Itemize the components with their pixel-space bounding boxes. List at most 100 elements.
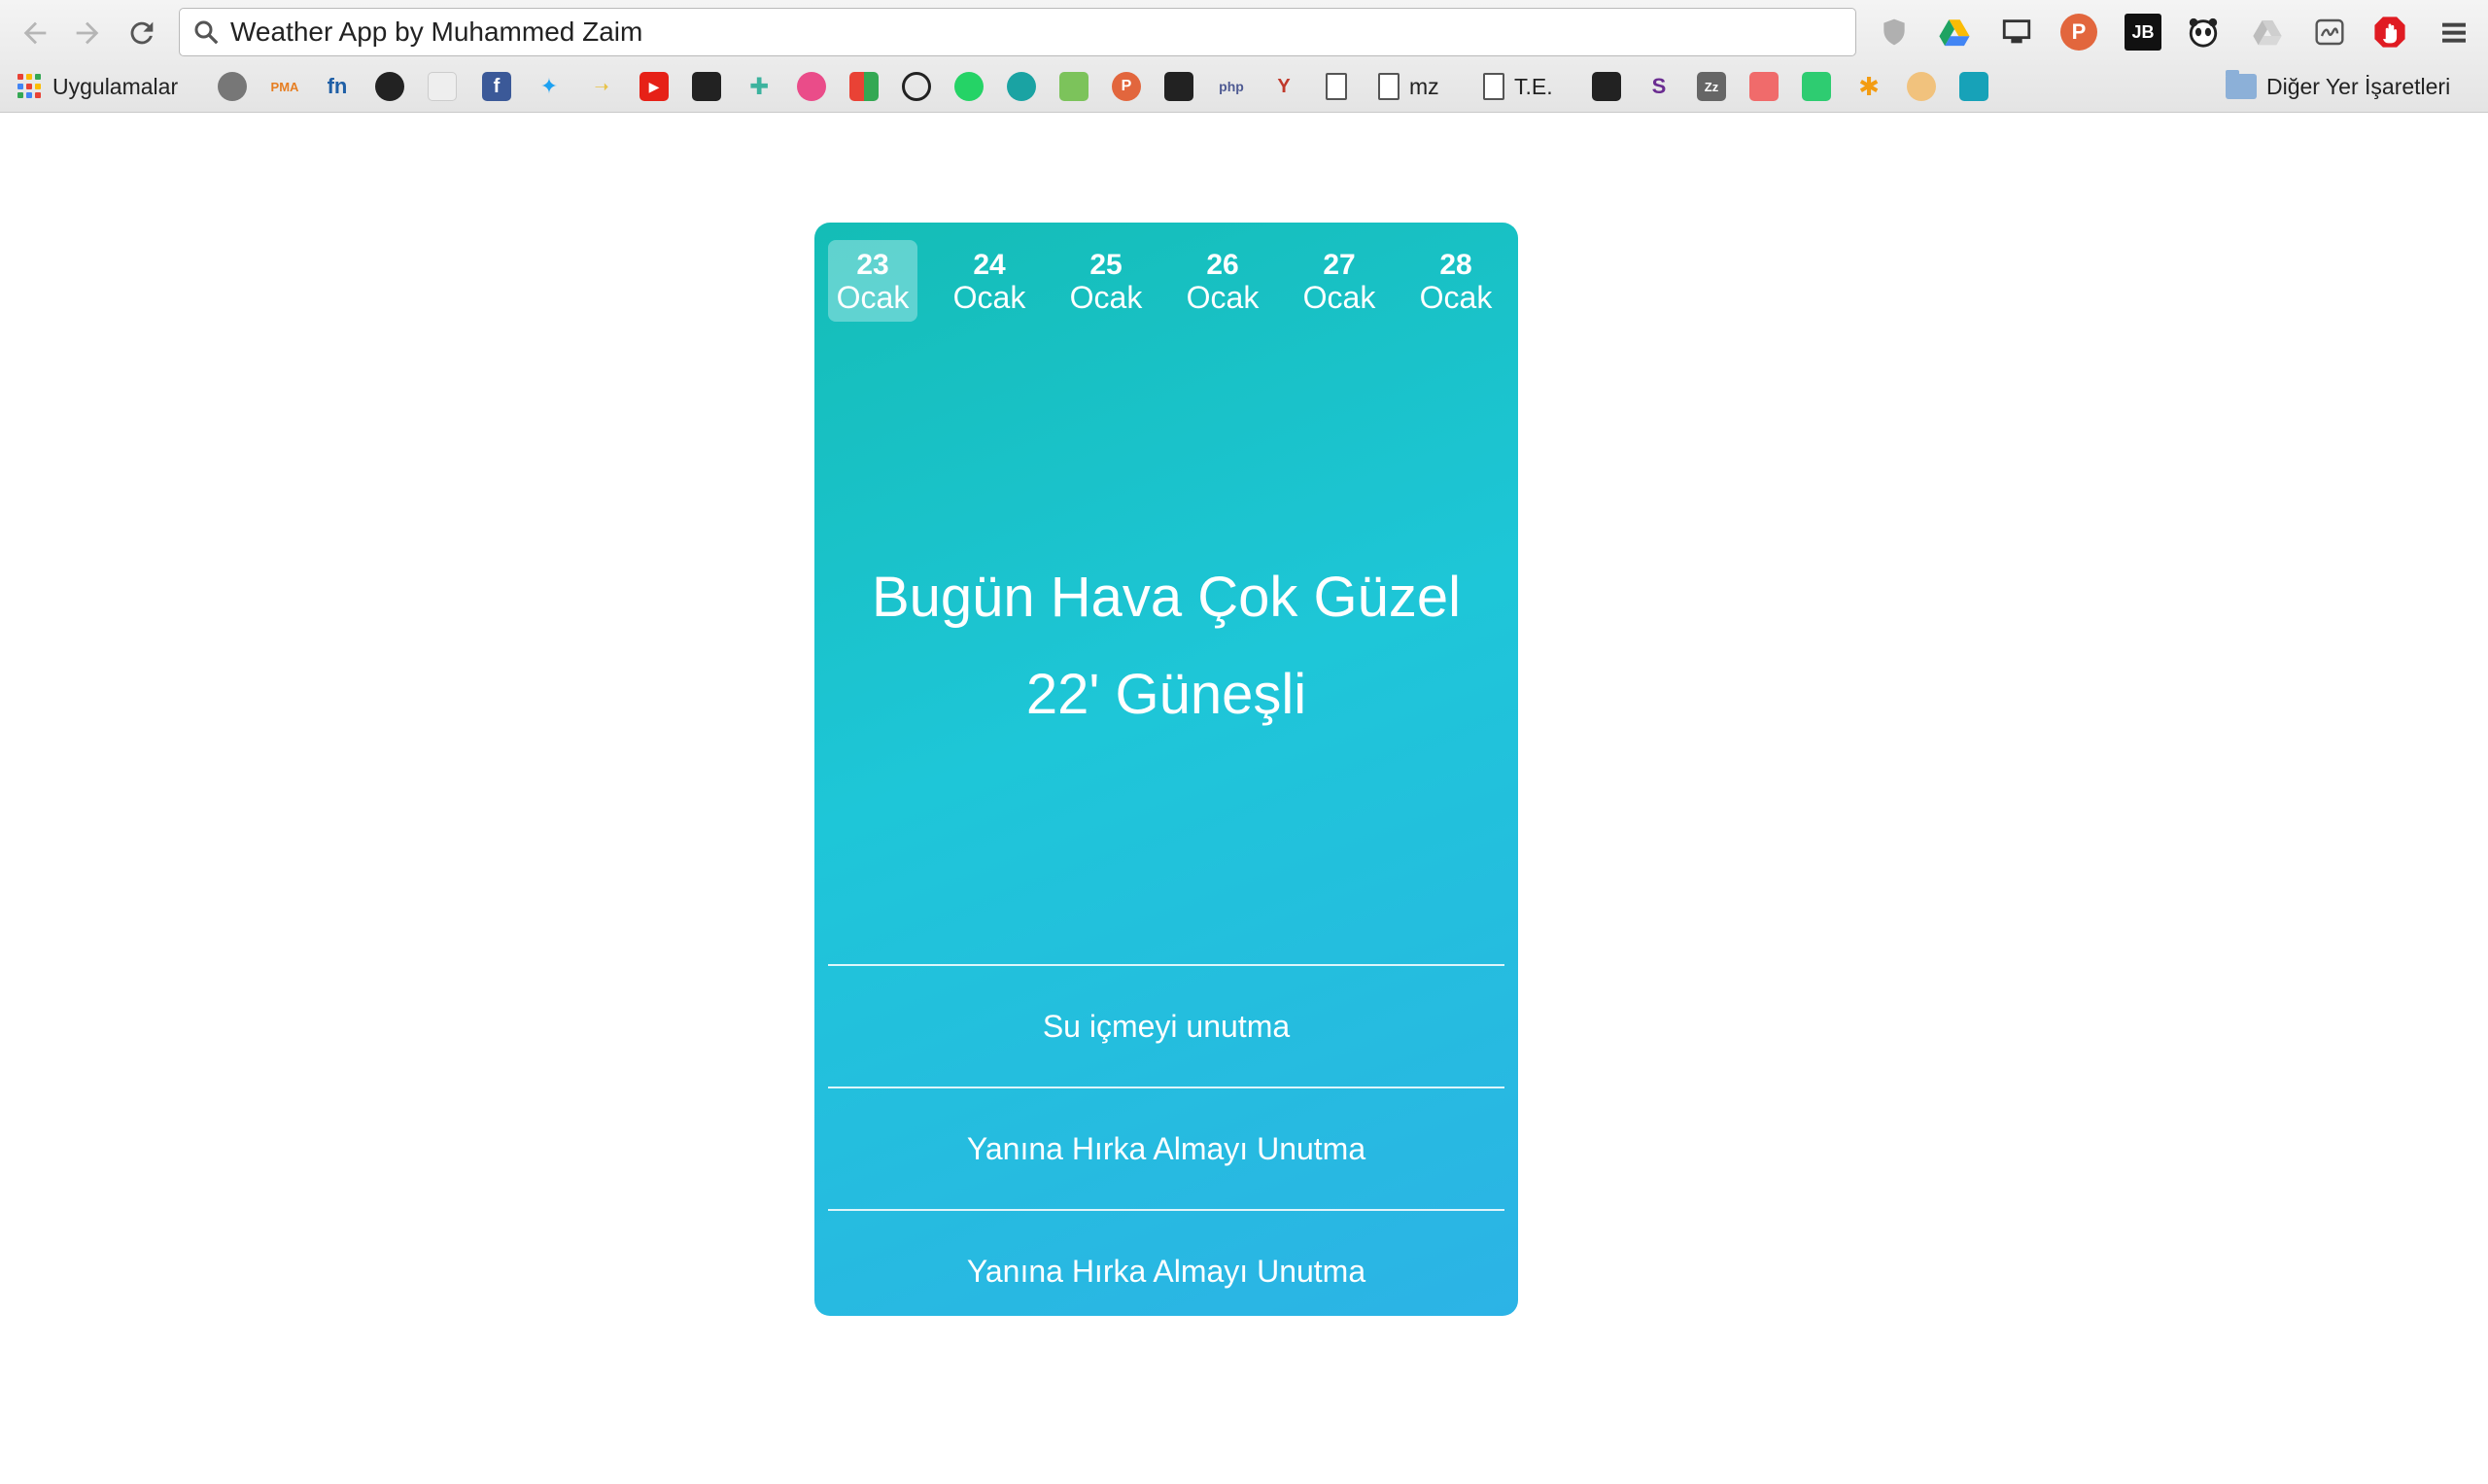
forward-button[interactable] [68, 14, 107, 52]
bookmark-te[interactable]: T.E. [1483, 71, 1553, 102]
day-tab-26[interactable]: 26 Ocak [1178, 240, 1267, 322]
day-month: Ocak [836, 280, 910, 315]
bookmark-6[interactable]: f [482, 71, 511, 102]
php-icon: php [1219, 79, 1244, 94]
day-number: 23 [856, 249, 889, 281]
day-number: 27 [1323, 249, 1356, 281]
search-icon [194, 20, 219, 45]
reminder-item: Yanına Hırka Almayı Unutma [828, 1209, 1504, 1316]
drive-gray-icon[interactable] [2249, 14, 2286, 51]
bookmark-26[interactable] [1749, 71, 1779, 102]
day-number: 28 [1439, 249, 1472, 281]
panda-icon[interactable] [2185, 14, 2222, 51]
jetbrains-icon[interactable]: JB [2125, 14, 2161, 51]
chart-icon [1059, 72, 1088, 101]
weather-message: Bugün Hava Çok Güzel [871, 566, 1462, 629]
cloud-icon [1164, 72, 1193, 101]
address-bar-url: Weather App by Muhammed Zaim [230, 17, 643, 47]
signature-icon[interactable] [2311, 14, 2348, 51]
day-tab-23[interactable]: 23 Ocak [828, 240, 917, 322]
bookmark-7[interactable]: ✦ [535, 71, 564, 102]
shield-icon[interactable] [1876, 14, 1913, 51]
tv-icon [692, 72, 721, 101]
address-bar[interactable]: Weather App by Muhammed Zaim [179, 8, 1856, 56]
day-month: Ocak [1069, 280, 1143, 315]
bookmark-mz-label: mz [1409, 73, 1439, 99]
bookmark-21[interactable]: Y [1269, 71, 1298, 102]
day-tab-27[interactable]: 27 Ocak [1295, 240, 1384, 322]
bookmark-18[interactable]: P [1112, 71, 1141, 102]
document-icon [1483, 73, 1504, 100]
s-icon: S [1651, 74, 1667, 98]
asterisk-icon: ✱ [1858, 71, 1880, 101]
yoast-icon: Y [1277, 75, 1291, 97]
arrow-left-icon [23, 21, 47, 45]
day-number: 26 [1206, 249, 1239, 281]
apps-grid-icon [17, 74, 43, 99]
bookmark-20[interactable]: php [1217, 71, 1246, 102]
adblock-icon[interactable] [2371, 14, 2408, 51]
twitter-icon: ✦ [539, 74, 559, 98]
bookmark-5[interactable] [428, 71, 457, 102]
bookmark-22[interactable] [1326, 71, 1347, 102]
producthunt-icon[interactable]: P [2060, 14, 2097, 51]
bookmark-3[interactable]: fn [323, 71, 352, 102]
image-icon [428, 72, 457, 101]
day-tab-25[interactable]: 25 Ocak [1061, 240, 1151, 322]
day-tab-24[interactable]: 24 Ocak [945, 240, 1034, 322]
reload-button[interactable] [122, 14, 161, 52]
cast-icon[interactable] [1998, 14, 2035, 51]
day-month: Ocak [952, 280, 1026, 315]
bookmark-other[interactable]: Diğer Yer İşaretleri [2226, 70, 2451, 102]
bookmark-10[interactable] [692, 71, 721, 102]
menu-icon[interactable] [2436, 14, 2472, 51]
clock-icon [902, 72, 931, 101]
producthunt-bookmark-icon: P [1112, 72, 1141, 101]
weather-headline: Bugün Hava Çok Güzel 22' Güneşli [814, 549, 1518, 743]
bookmark-15[interactable] [954, 71, 984, 102]
bookmark-24[interactable]: S [1644, 71, 1674, 102]
bookmark-apps[interactable]: Uygulamalar [17, 71, 178, 102]
bookmark-mz[interactable]: mz [1378, 71, 1439, 102]
back-button[interactable] [16, 14, 54, 52]
youtube-icon: ▶ [639, 72, 669, 101]
bookmark-19[interactable] [1164, 71, 1193, 102]
camera-icon [1592, 72, 1621, 101]
bookmark-29[interactable] [1907, 71, 1936, 102]
bookmark-11[interactable]: ✚ [744, 71, 774, 102]
arrow-icon: ➝ [594, 76, 609, 96]
bookmark-17[interactable] [1059, 71, 1088, 102]
day-number: 24 [973, 249, 1006, 281]
bookmark-28[interactable]: ✱ [1854, 71, 1883, 102]
ghost-icon [218, 72, 247, 101]
bookmark-other-label: Diğer Yer İşaretleri [2266, 73, 2451, 99]
bookmark-16[interactable] [1007, 71, 1036, 102]
day-month: Ocak [1302, 280, 1376, 315]
browser-toolbar: Weather App by Muhammed Zaim P JB [0, 0, 2488, 64]
bookmark-25[interactable]: Zz [1697, 71, 1726, 102]
bookmarks-bar: Uygulamalar PMA fn f ✦ ➝ ▶ ✚ P php Y mz … [0, 64, 2488, 109]
bookmark-30[interactable] [1959, 71, 1988, 102]
bookmark-14[interactable] [902, 71, 931, 102]
document-icon [1378, 73, 1400, 100]
bookmark-27[interactable] [1802, 71, 1831, 102]
bookmark-1[interactable] [218, 71, 247, 102]
bookmark-23[interactable] [1592, 71, 1621, 102]
phpmyadmin-icon: PMA [270, 79, 299, 94]
day-tabs: 23 Ocak 24 Ocak 25 Ocak 26 Ocak 27 Ocak … [828, 240, 1504, 322]
bookmark-9[interactable]: ▶ [639, 71, 669, 102]
bookmark-12[interactable] [797, 71, 826, 102]
reminder-item: Yanına Hırka Almayı Unutma [828, 1087, 1504, 1209]
bookmark-8[interactable]: ➝ [587, 71, 616, 102]
google-drive-icon[interactable] [1936, 14, 1973, 51]
folder-icon [2226, 70, 2257, 99]
day-month: Ocak [1186, 280, 1260, 315]
bookmark-2[interactable]: PMA [270, 71, 299, 102]
bookmark-13[interactable] [849, 71, 879, 102]
day-number: 25 [1089, 249, 1123, 281]
refresh-icon [1959, 72, 1988, 101]
reminder-list: Su içmeyi unutma Yanına Hırka Almayı Unu… [828, 964, 1504, 1316]
bookmark-4[interactable] [375, 71, 404, 102]
day-tab-28[interactable]: 28 Ocak [1411, 240, 1501, 322]
dribbble-icon [797, 72, 826, 101]
